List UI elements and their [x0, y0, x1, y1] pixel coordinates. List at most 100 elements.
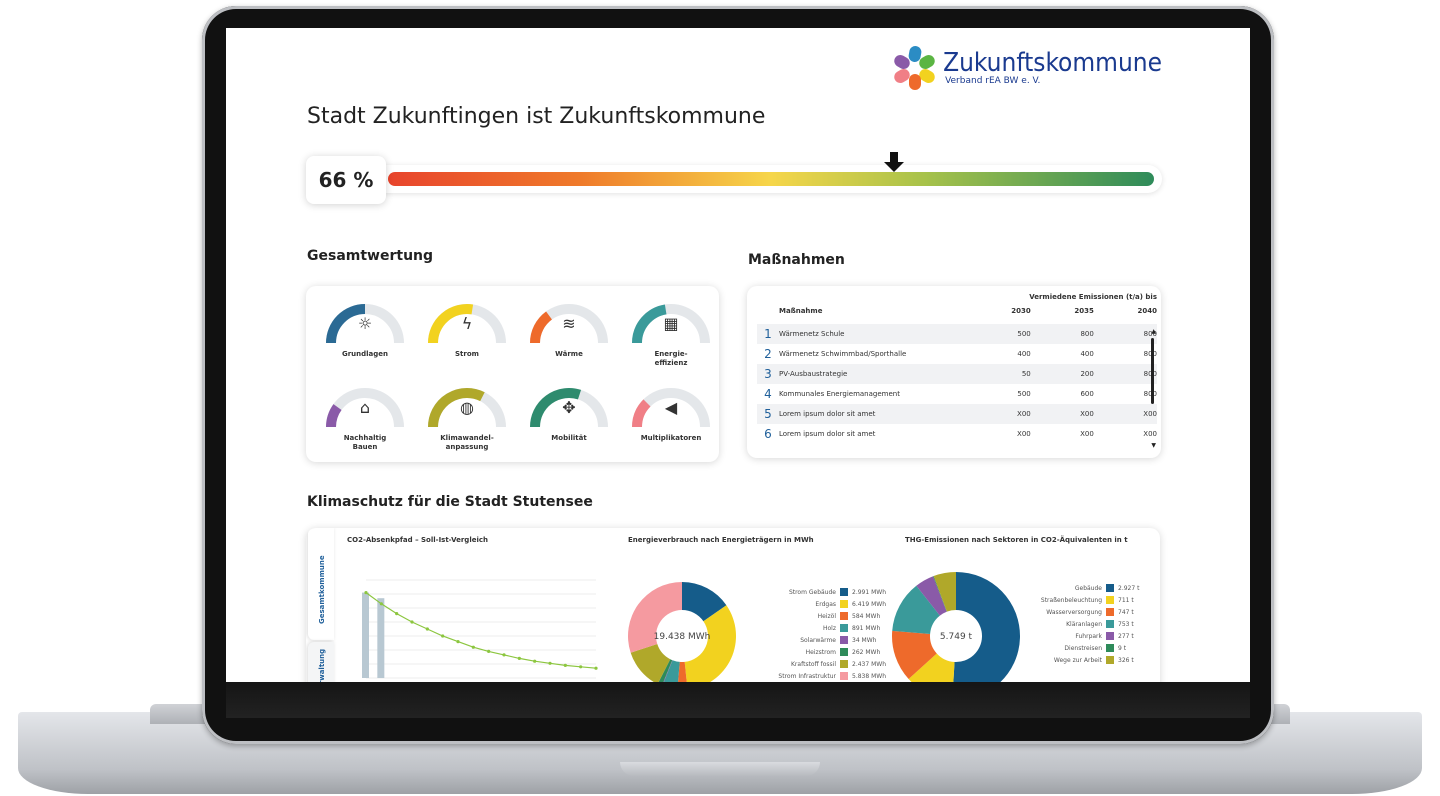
gauge-energie-effizienz[interactable]: ▦ Energie- effizienz: [626, 298, 716, 368]
table-row[interactable]: 3PV-Ausbaustrategie50200800: [757, 364, 1157, 384]
tab-gesamtkommune[interactable]: Gesamtkommune: [308, 528, 334, 640]
legend-item: Solarwärme 34 MWh: [746, 634, 886, 646]
table-row[interactable]: 1 Wärmenetz Schule 500 800 800: [757, 324, 1157, 344]
table-row[interactable]: 4Kommunales Energiemanagement500600800: [757, 384, 1157, 404]
legend-label: Wege zur Arbeit: [1053, 656, 1102, 664]
gauge-fill: [632, 399, 651, 428]
signpost-icon: ✥: [562, 398, 576, 417]
megaphone-icon: ◀: [664, 398, 678, 417]
lightning-icon: ϟ: [461, 314, 473, 333]
legend-swatch: [840, 624, 848, 632]
legend-swatch: [840, 588, 848, 596]
scroll-up-icon[interactable]: ▲: [1151, 328, 1156, 335]
legend-label: Solarwärme: [800, 636, 836, 644]
legend-value: 9 t: [1118, 644, 1127, 652]
table-header-2030: 2030: [1011, 307, 1031, 315]
heat-waves-icon: ≋: [562, 314, 576, 333]
legend-item: Heizstrom 262 MWh: [746, 646, 886, 658]
legend-swatch: [840, 672, 848, 680]
laptop-notch: [620, 762, 820, 776]
gauge-label: Klimawandel- anpassung: [440, 434, 494, 451]
gauge-multiplikatoren[interactable]: ◀ Multiplikatoren: [626, 382, 716, 443]
data-point: [410, 620, 414, 624]
co2-line-chart: [362, 579, 598, 679]
klimaschutz-card: Gesamtkommune Verwaltung CO2-Absenkpfad …: [306, 528, 1160, 682]
data-point: [487, 649, 491, 653]
emissions-legend: Gebäude 2.927 t Straßenbeleuchtung 711 t Was…: [1012, 582, 1152, 666]
gesamtwertung-heading: Gesamtwertung: [307, 248, 434, 264]
legend-value: 2.437 MWh: [852, 660, 886, 668]
legend-swatch: [1106, 620, 1114, 628]
data-point: [471, 645, 475, 649]
legend-label: Gebäude: [1074, 584, 1102, 592]
slice: [628, 582, 682, 653]
table-row[interactable]: 2Wärmenetz Schwimmbad/Sporthalle40040080…: [757, 344, 1157, 364]
logo[interactable]: Zukunftskommune Verband rEA BW e. V.: [892, 45, 1162, 90]
gauge-nachhaltig-bauen[interactable]: ⌂ Nachhaltig Bauen: [320, 382, 410, 452]
legend-label: Kraftstoff fossil: [791, 660, 836, 668]
building-efficiency-icon: ▦: [663, 314, 679, 333]
legend-swatch: [1106, 632, 1114, 640]
gauge-label: Mobilität: [551, 434, 587, 442]
lightbulb-icon: ☼: [357, 314, 373, 333]
legend-swatch: [840, 636, 848, 644]
table-row[interactable]: 6 Lorem ipsum dolor sit amet X00 X00 X00: [757, 424, 1157, 444]
legend-item: Strom Infrastruktur 5.838 MWh: [746, 670, 886, 682]
klimaschutz-heading: Klimaschutz für die Stadt Stutensee: [307, 494, 593, 510]
bar: [377, 598, 385, 678]
data-point: [548, 661, 552, 665]
chart1-title: CO2-Absenkpfad – Soll-Ist-Vergleich: [347, 536, 489, 544]
gauge-mobilität[interactable]: ✥ Mobilität: [524, 382, 614, 443]
legend-item: Straßenbeleuchtung 711 t: [1012, 594, 1152, 606]
scrollbar-thumb[interactable]: [1151, 338, 1154, 404]
emissions-donut-chart: 5.749 t: [892, 572, 1020, 682]
table-row[interactable]: 5 Lorem ipsum dolor sit amet X00 X00 X00: [757, 404, 1157, 424]
gauge-label: Grundlagen: [341, 350, 389, 358]
legend-swatch: [1106, 656, 1114, 664]
progress-percent: 66 %: [306, 156, 386, 204]
logo-name: Zukunftskommune: [943, 48, 1162, 78]
legend-value: 891 MWh: [852, 624, 881, 632]
legend-value: 711 t: [1118, 596, 1134, 604]
legend-value: 747 t: [1118, 608, 1134, 616]
legend-value: 34 MWh: [852, 636, 877, 644]
gauge-fill: [530, 311, 553, 344]
donut-center-label: 5.749 t: [940, 632, 973, 642]
legend-label: Kläranlagen: [1066, 620, 1102, 628]
gauge-wärme[interactable]: ≋ Wärme: [524, 298, 614, 359]
legend-swatch: [840, 660, 848, 668]
data-point: [579, 665, 583, 669]
table-header-group: Vermiedene Emissionen (t/a) bis: [1029, 293, 1157, 301]
legend-item: Kläranlagen 753 t: [1012, 618, 1152, 630]
legend-label: Dienstreisen: [1064, 644, 1102, 652]
legend-item: Heizöl 584 MWh: [746, 610, 886, 622]
scroll-down-icon[interactable]: ▼: [1151, 442, 1156, 449]
massnahmen-card: Vermiedene Emissionen (t/a) bis Maßnahme…: [747, 286, 1161, 458]
gauge-label: Energie- effizienz: [654, 350, 688, 367]
energy-donut-chart: 19.438 MWh: [628, 582, 736, 682]
legend-label: Fuhrpark: [1075, 632, 1102, 640]
gauge-grundlagen[interactable]: ☼ Grundlagen: [320, 298, 410, 359]
data-point: [533, 659, 537, 663]
data-point: [379, 602, 383, 606]
gauge-label: Multiplikatoren: [640, 434, 702, 442]
legend-item: Holz 891 MWh: [746, 622, 886, 634]
data-point: [395, 612, 399, 616]
house-leaf-icon: ⌂: [359, 398, 371, 417]
legend-item: Wege zur Arbeit 326 t: [1012, 654, 1152, 666]
gauge-label: Wärme: [555, 350, 583, 358]
legend-value: 5.838 MWh: [852, 672, 886, 680]
legend-value: 2.927 t: [1118, 584, 1140, 592]
legend-item: Dienstreisen 9 t: [1012, 642, 1152, 654]
tab-verwaltung[interactable]: Verwaltung: [308, 642, 334, 682]
table-header-name: Maßnahme: [779, 307, 823, 315]
legend-value: 326 t: [1118, 656, 1134, 664]
gauge-strom[interactable]: ϟ Strom: [422, 298, 512, 359]
table-header-2040: 2040: [1137, 307, 1157, 315]
logo-mark-icon: [892, 45, 937, 90]
data-point: [364, 591, 368, 595]
legend-label: Strom Gebäude: [788, 588, 836, 596]
gauge-klimawandel-anpassung[interactable]: ◍ Klimawandel- anpassung: [422, 382, 512, 452]
legend-label: Wasserversorgung: [1046, 608, 1102, 616]
progress-bar: [388, 172, 1154, 186]
